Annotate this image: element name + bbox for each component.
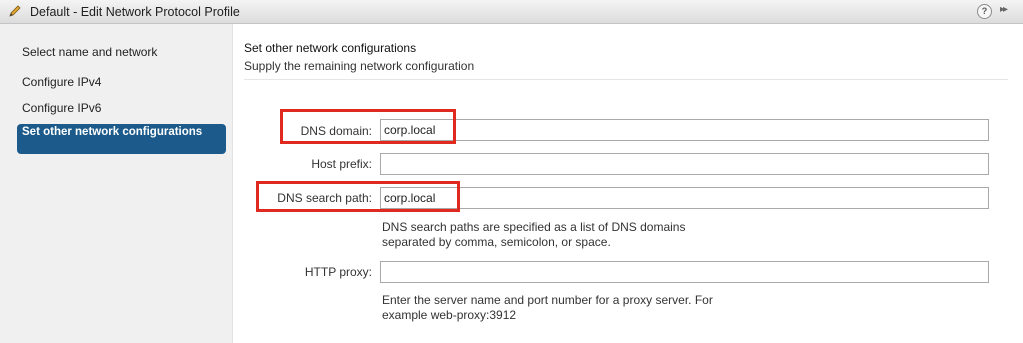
host-prefix-input[interactable] [380,153,989,175]
step-configure-ipv4[interactable]: Configure IPv4 [22,75,101,89]
host-prefix-label: Host prefix: [311,157,372,171]
header-divider [244,79,1008,80]
page-subtitle: Supply the remaining network configurati… [244,59,475,73]
dialog-title: Default - Edit Network Protocol Profile [30,5,240,19]
dns-search-path-hint-line1: DNS search paths are specified as a list… [382,220,686,234]
wizard-steps-sidebar [0,24,233,343]
http-proxy-label: HTTP proxy: [304,265,372,279]
pencil-icon [9,5,21,17]
dns-domain-label: DNS domain: [300,124,372,138]
expand-icon[interactable]: ▸▸ [1000,4,1008,15]
dns-search-path-hint: DNS search paths are specified as a list… [382,220,802,250]
http-proxy-hint: Enter the server name and port number fo… [382,293,802,323]
dns-domain-input[interactable] [380,119,989,141]
dialog-titlebar: Default - Edit Network Protocol Profile … [0,0,1023,24]
dns-search-path-label: DNS search path: [277,191,372,205]
http-proxy-hint-line2: example web-proxy:3912 [382,308,517,322]
step-set-other-network-configurations[interactable]: Set other network configurations [17,124,226,154]
step-select-name-and-network[interactable]: Select name and network [22,45,157,59]
step-configure-ipv6[interactable]: Configure IPv6 [22,101,101,115]
dns-search-path-hint-line2: separated by comma, semicolon, or space. [382,235,611,249]
dns-search-path-input[interactable] [380,187,989,209]
http-proxy-hint-line1: Enter the server name and port number fo… [382,293,713,307]
help-icon[interactable]: ? [977,4,992,19]
page-title: Set other network configurations [244,41,417,55]
http-proxy-input[interactable] [380,261,989,283]
